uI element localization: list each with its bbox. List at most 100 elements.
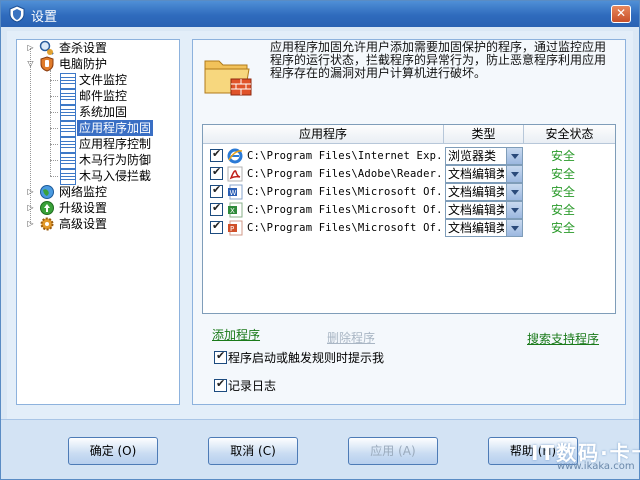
status-text: 安全: [551, 221, 576, 235]
svg-text:P: P: [230, 225, 234, 233]
expand-icon[interactable]: ▷: [26, 220, 35, 229]
tree-item-label: 木马入侵拦截: [79, 169, 152, 183]
prompt-checkbox[interactable]: [214, 349, 227, 364]
word-icon: W: [228, 184, 243, 200]
column-header-status[interactable]: 安全状态: [524, 125, 615, 144]
tree-item-label: 应用程序加固: [77, 120, 154, 136]
watermark-url: www.ikaka.com: [557, 461, 635, 472]
expand-icon[interactable]: ▷: [26, 44, 35, 53]
row-checkbox[interactable]: [210, 183, 223, 198]
row-checkbox[interactable]: [210, 219, 223, 234]
chevron-down-icon[interactable]: [506, 184, 522, 200]
type-select-value: 文档编辑类: [448, 203, 504, 217]
expand-icon[interactable]: ▷: [26, 204, 35, 213]
app-path: C:\Program Files\Microsoft Of...: [247, 204, 443, 216]
folder-shield-icon: [204, 60, 252, 96]
chevron-down-icon[interactable]: [506, 202, 522, 218]
gear-icon: [40, 217, 54, 231]
tree-connector: [50, 96, 58, 97]
page-icon: [60, 169, 76, 185]
log-label: 记录日志: [228, 379, 277, 393]
type-select[interactable]: 文档编辑类: [445, 201, 523, 219]
powerpoint-icon: P: [228, 220, 243, 236]
description-text: 应用程序加固允许用户添加需要加固保护的程序，通过监控应用程序的运行状态，拦截程序…: [270, 40, 607, 80]
cancel-button[interactable]: 取消 (C): [208, 437, 298, 465]
tree-item-label: 电脑防护: [59, 57, 108, 71]
type-select[interactable]: 浏览器类: [445, 147, 523, 165]
tree-connector: [50, 80, 58, 81]
prompt-label: 程序启动或触发规则时提示我: [228, 351, 385, 365]
chevron-down-icon[interactable]: [506, 220, 522, 236]
column-header-app[interactable]: 应用程序: [203, 125, 444, 144]
shield-hand-icon: [40, 56, 54, 72]
apply-button[interactable]: 应用 (A): [348, 437, 438, 465]
tree-item-label: 升级设置: [59, 201, 108, 215]
app-path: C:\Program Files\Microsoft Of...: [247, 222, 443, 234]
type-select[interactable]: 文档编辑类: [445, 165, 523, 183]
chevron-down-icon[interactable]: [506, 148, 522, 164]
page-icon: [60, 105, 76, 121]
tree-item-label: 文件监控: [79, 73, 128, 87]
tree-item-label: 网络监控: [59, 185, 108, 199]
collapse-icon[interactable]: ▽: [26, 60, 35, 69]
expand-icon[interactable]: ▷: [26, 188, 35, 197]
shield-app-icon: [9, 5, 25, 23]
tree-connector: [50, 160, 58, 161]
log-checkbox[interactable]: [214, 377, 227, 392]
type-select-value: 文档编辑类: [448, 221, 504, 235]
tree-item-label: 邮件监控: [79, 89, 128, 103]
app-path: C:\Program Files\Internet Exp...: [247, 150, 443, 162]
chevron-down-icon[interactable]: [506, 166, 522, 182]
type-select-value: 文档编辑类: [448, 185, 504, 199]
tree-item-label: 木马行为防御: [79, 153, 152, 167]
pdf-icon: [227, 166, 243, 182]
page-icon: [60, 137, 76, 153]
tree-item-label: 查杀设置: [59, 41, 108, 55]
row-checkbox[interactable]: [210, 165, 223, 180]
svg-text:X: X: [230, 207, 235, 215]
status-text: 安全: [551, 203, 576, 217]
status-text: 安全: [551, 185, 576, 199]
page-icon: [60, 121, 76, 137]
site-watermark: IT数码·卡卡 www.ikaka.com: [521, 437, 640, 477]
table-row[interactable]: C:\Program Files\Internet Exp... 浏览器类 安全: [203, 147, 615, 165]
tree-connector: [50, 112, 58, 113]
window-title: 设置: [31, 10, 58, 25]
delete-program-link[interactable]: 删除程序: [327, 329, 375, 346]
tree-connector: [30, 48, 31, 224]
search-supported-link[interactable]: 搜索支持程序: [527, 330, 599, 347]
update-icon: [40, 201, 54, 215]
globe-icon: [40, 185, 54, 199]
tree-item-label: 系统加固: [79, 105, 128, 119]
table-row[interactable]: W C:\Program Files\Microsoft Of... 文档编辑类…: [203, 183, 615, 201]
row-checkbox[interactable]: [210, 201, 223, 216]
type-select-value: 浏览器类: [448, 149, 497, 163]
column-header-type[interactable]: 类型: [444, 125, 524, 144]
app-path: C:\Program Files\Microsoft Of...: [247, 186, 443, 198]
excel-icon: X: [228, 202, 243, 218]
search-bug-icon: [39, 40, 54, 55]
tree-connector: [50, 144, 58, 145]
close-button[interactable]: ✕: [611, 5, 631, 23]
status-text: 安全: [551, 167, 576, 181]
type-select[interactable]: 文档编辑类: [445, 183, 523, 201]
title-bar[interactable]: 设置 ✕: [1, 1, 639, 27]
table-header: 应用程序 类型 安全状态: [203, 125, 615, 144]
ok-button[interactable]: 确定 (O): [68, 437, 158, 465]
ie-icon: [227, 148, 243, 164]
tree-connector: [50, 128, 58, 129]
tree-item-label: 高级设置: [59, 217, 108, 231]
add-program-link[interactable]: 添加程序: [212, 326, 260, 343]
table-row[interactable]: P C:\Program Files\Microsoft Of... 文档编辑类…: [203, 219, 615, 237]
page-icon: [60, 89, 76, 105]
table-row[interactable]: X C:\Program Files\Microsoft Of... 文档编辑类…: [203, 201, 615, 219]
row-checkbox[interactable]: [210, 147, 223, 162]
tree-item-label: 应用程序控制: [79, 137, 152, 151]
app-path: C:\Program Files\Adobe\Reader...: [247, 168, 443, 180]
page-icon: [60, 73, 76, 89]
close-icon: ✕: [615, 6, 627, 20]
type-select[interactable]: 文档编辑类: [445, 219, 523, 237]
settings-window: 设置 ✕ ▷ 查杀设置 ▽ 电脑防护 文件监控 邮件监控 系统加固 应用程序加固…: [0, 0, 640, 480]
type-select-value: 文档编辑类: [448, 167, 504, 181]
table-row[interactable]: C:\Program Files\Adobe\Reader... 文档编辑类 安…: [203, 165, 615, 183]
